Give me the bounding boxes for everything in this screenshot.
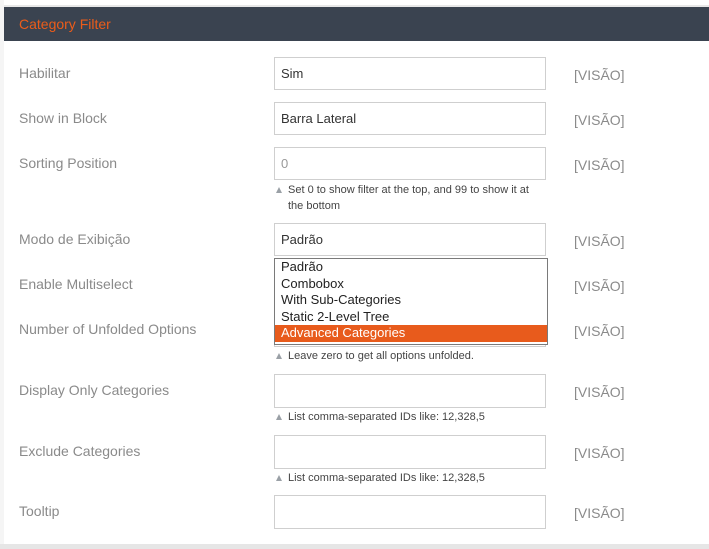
display-only-categories-input[interactable] <box>274 374 546 408</box>
dropdown-option-combobox[interactable]: Combobox <box>275 276 547 293</box>
label-display-only-categories: Display Only Categories <box>19 382 170 398</box>
label-show-in-block: Show in Block <box>19 110 107 126</box>
label-sorting-position: Sorting Position <box>19 155 118 171</box>
exclude-categories-note: List comma-separated IDs like: 12,328,5 <box>276 470 546 486</box>
tooltip-input[interactable] <box>274 495 546 529</box>
label-enable-multiselect: Enable Multiselect <box>19 276 133 292</box>
label-tooltip: Tooltip <box>19 503 60 519</box>
show-in-block-select[interactable]: Barra Lateral <box>274 102 546 135</box>
scope-label: [VISÃO] <box>574 445 625 461</box>
dropdown-option-padrao[interactable]: Padrão <box>275 259 547 276</box>
modo-de-exibicao-select[interactable]: Padrão <box>274 223 546 256</box>
sorting-position-note: Set 0 to show filter at the top, and 99 … <box>276 182 546 214</box>
exclude-categories-input[interactable] <box>274 435 546 469</box>
scope-label: [VISÃO] <box>574 157 625 173</box>
label-modo-de-exibicao: Modo de Exibição <box>19 231 131 247</box>
scope-label: [VISÃO] <box>574 505 625 521</box>
label-habilitar: Habilitar <box>19 65 71 81</box>
dropdown-option-advanced-categories[interactable]: Advanced Categories <box>275 325 547 342</box>
up-triangle-icon <box>276 414 282 421</box>
bottom-border <box>0 544 709 549</box>
up-triangle-icon <box>276 353 282 360</box>
scope-label: [VISÃO] <box>574 67 625 83</box>
scope-label: [VISÃO] <box>574 384 625 400</box>
sorting-position-input[interactable]: 0 <box>274 147 546 180</box>
modo-de-exibicao-dropdown-list: Padrão Combobox With Sub-Categories Stat… <box>274 258 548 345</box>
scope-label: [VISÃO] <box>574 278 625 294</box>
label-exclude-categories: Exclude Categories <box>19 443 141 459</box>
label-number-of-unfolded-options: Number of Unfolded Options <box>19 321 197 337</box>
section-title: Category Filter <box>19 16 111 32</box>
category-filter-panel: Category Filter Habilitar Sim [VISÃO] Sh… <box>4 5 709 544</box>
scope-label: [VISÃO] <box>574 112 625 128</box>
dropdown-option-with-sub-categories[interactable]: With Sub-Categories <box>275 292 547 309</box>
up-triangle-icon <box>276 187 282 194</box>
habilitar-select[interactable]: Sim <box>274 57 546 90</box>
dropdown-option-static-2-level-tree[interactable]: Static 2-Level Tree <box>275 309 547 326</box>
scope-label: [VISÃO] <box>574 323 625 339</box>
scope-label: [VISÃO] <box>574 233 625 249</box>
display-only-categories-note: List comma-separated IDs like: 12,328,5 <box>276 409 546 425</box>
up-triangle-icon <box>276 475 282 482</box>
unfolded-options-note: Leave zero to get all options unfolded. <box>276 348 546 364</box>
section-header[interactable]: Category Filter <box>4 5 709 41</box>
